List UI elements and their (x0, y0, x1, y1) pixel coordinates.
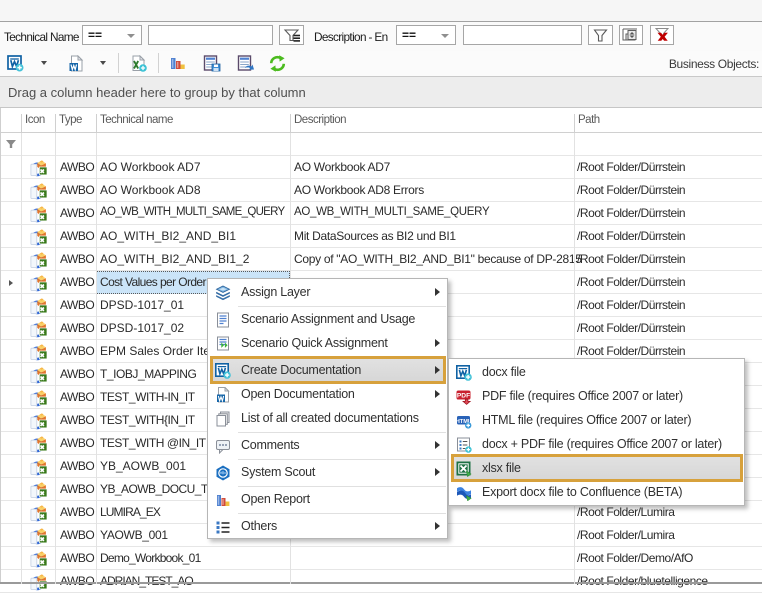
svg-text:PDF: PDF (457, 393, 470, 400)
